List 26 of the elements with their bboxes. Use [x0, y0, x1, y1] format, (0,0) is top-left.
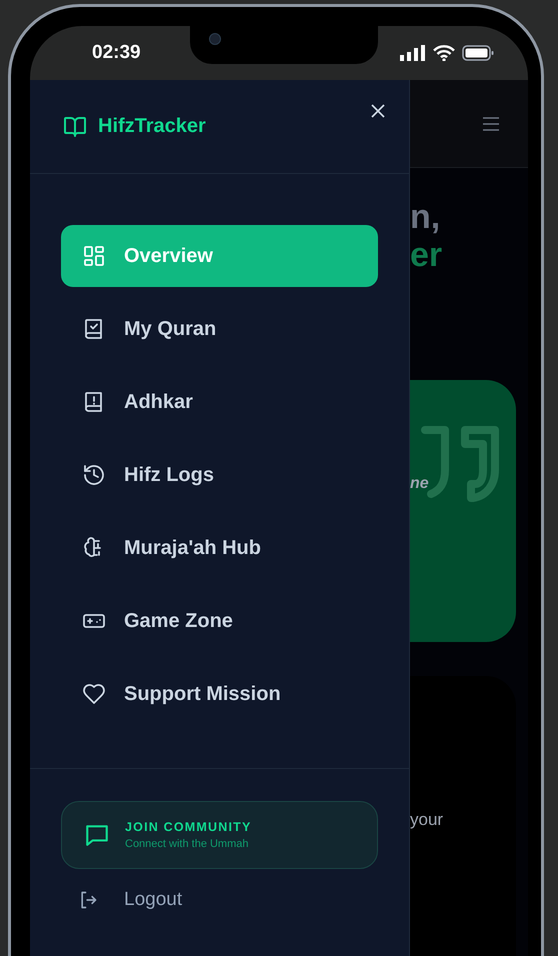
book-icon — [62, 114, 88, 138]
wifi-icon — [433, 45, 455, 61]
camera-icon — [209, 33, 221, 45]
nav-item[interactable]: My Quran — [61, 298, 378, 360]
heading-text: n, — [410, 198, 442, 236]
nav-item[interactable]: Muraja'ah Hub — [61, 517, 378, 579]
grid-icon — [82, 244, 106, 268]
heading-text: er — [410, 236, 444, 274]
nav-item[interactable]: Support Mission — [61, 663, 378, 725]
nav-item[interactable]: Game Zone — [61, 590, 378, 652]
community-subtitle: Connect with the Ummah — [125, 838, 250, 850]
nav-item[interactable]: Adhkar — [61, 371, 378, 433]
join-community-button[interactable]: JOIN COMMUNITY Connect with the Ummah — [61, 801, 378, 869]
clock-time: 02:39 — [92, 42, 141, 64]
history-icon — [82, 463, 106, 487]
app-logo-text: HifzTracker — [98, 115, 206, 138]
menu-icon[interactable] — [482, 116, 500, 132]
card-text: ne — [410, 475, 429, 493]
nav-item[interactable]: Hifz Logs — [61, 444, 378, 506]
close-icon[interactable] — [371, 104, 385, 118]
battery-icon — [462, 45, 494, 61]
logout-item[interactable]: Logout — [61, 869, 378, 911]
heart-icon — [82, 682, 106, 706]
community-title: JOIN COMMUNITY — [125, 820, 252, 834]
signal-icon — [400, 45, 426, 61]
body-text: your — [410, 810, 444, 829]
